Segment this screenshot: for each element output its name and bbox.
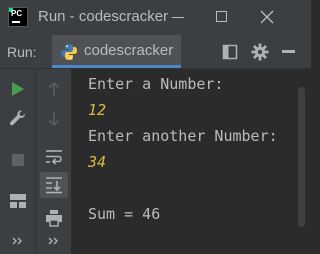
double-chevron-icon[interactable] xyxy=(47,235,61,247)
console-toolbar xyxy=(36,69,72,254)
run-icon[interactable] xyxy=(11,81,25,97)
gear-icon[interactable] xyxy=(251,43,269,61)
console-line: Sum = 46 xyxy=(88,205,161,223)
layout-icon[interactable] xyxy=(222,44,238,60)
double-chevron-icon[interactable] xyxy=(11,235,25,247)
console-input-line: 12 xyxy=(88,101,107,119)
print-icon[interactable] xyxy=(45,209,63,227)
left-toolbar xyxy=(0,69,36,254)
title-bar: PC Run - codescracker xyxy=(0,0,311,35)
scrollbar[interactable] xyxy=(298,87,305,227)
arrow-down-icon[interactable] xyxy=(48,111,60,127)
minimize-button[interactable] xyxy=(161,6,195,28)
stop-icon[interactable] xyxy=(12,154,24,166)
console-line: Enter a Number: xyxy=(88,75,224,93)
run-tool-header: Run: codescracker xyxy=(0,35,311,69)
tab-label: codescracker xyxy=(84,42,174,59)
wrench-icon[interactable] xyxy=(9,109,27,127)
close-icon xyxy=(260,10,274,24)
arrow-up-icon[interactable] xyxy=(48,81,60,97)
maximize-button[interactable] xyxy=(205,6,239,28)
pycharm-logo-icon: PC xyxy=(8,7,28,27)
scroll-to-end-button[interactable] xyxy=(40,172,68,198)
console-input-line: 34 xyxy=(88,153,107,171)
window-title: Run - codescracker xyxy=(38,8,169,25)
console-output[interactable]: Enter a Number: 12 Enter another Number:… xyxy=(72,69,311,254)
run-label: Run: xyxy=(7,44,37,60)
python-icon xyxy=(61,44,77,60)
tab-codescracker[interactable]: codescracker xyxy=(52,35,181,68)
soft-wrap-icon[interactable] xyxy=(45,148,63,166)
layout-icon[interactable] xyxy=(9,193,27,209)
scroll-to-end-icon xyxy=(46,177,62,194)
hide-panel-button[interactable] xyxy=(282,50,295,53)
close-window-button[interactable] xyxy=(250,6,284,28)
console-line: Enter another Number: xyxy=(88,127,278,145)
